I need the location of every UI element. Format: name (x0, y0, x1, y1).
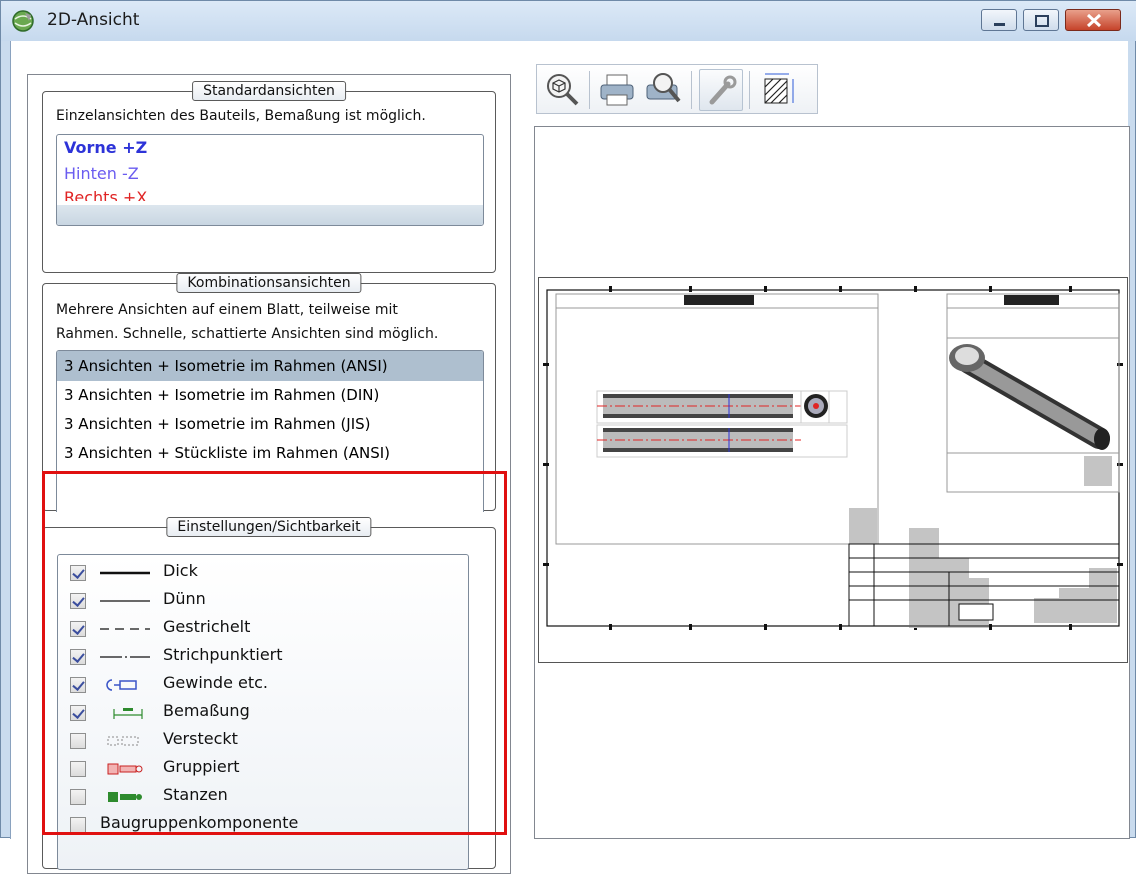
settings-group: Einstellungen/Sichtbarkeit Dick Dünn Ges… (42, 517, 496, 870)
standard-views-description: Einzelansichten des Bauteils, Bemaßung i… (56, 108, 426, 124)
setting-grouped[interactable]: Gruppiert (58, 755, 468, 783)
grouped-icon (107, 763, 143, 775)
setting-dashed[interactable]: Gestrichelt (58, 615, 468, 643)
setting-hidden[interactable]: Versteckt (58, 727, 468, 755)
wrench-icon (709, 75, 737, 105)
app-globe-icon (12, 10, 34, 32)
setting-label: Strichpunktiert (163, 645, 283, 664)
setting-label: Dick (163, 561, 198, 580)
hidden-icon (107, 736, 139, 746)
toolbar-separator (691, 71, 692, 109)
thin-checkbox[interactable] (70, 593, 86, 609)
standard-views-legend: Standardansichten (192, 81, 346, 101)
zoom-view-button[interactable] (541, 69, 585, 111)
punch-icon (108, 792, 142, 802)
list-item[interactable]: Rechts +X (57, 187, 483, 201)
toolbar-separator (589, 71, 590, 109)
thread-checkbox[interactable] (70, 677, 86, 693)
drawing-sheet (538, 277, 1128, 663)
setting-thread[interactable]: Gewinde etc. (58, 671, 468, 699)
standard-views-group: Standardansichten Einzelansichten des Ba… (42, 81, 496, 273)
dimension-checkbox[interactable] (70, 705, 86, 721)
list-item[interactable]: Hinten -Z (57, 161, 483, 187)
combination-views-description-line1: Mehrere Ansichten auf einem Blatt, teilw… (56, 302, 398, 318)
setting-label: Dünn (163, 589, 206, 608)
window-title: 2D-Ansicht (47, 10, 140, 30)
close-icon (1086, 13, 1102, 28)
hidden-checkbox[interactable] (70, 733, 86, 749)
thin-line-icon (100, 600, 150, 602)
drawing-preview[interactable] (534, 126, 1130, 839)
combination-views-group: Kombinationsansichten Mehrere Ansichten … (42, 273, 496, 512)
print-button[interactable] (595, 69, 639, 111)
title-bar: 2D-Ansicht (1, 1, 1136, 41)
drawing-sheet-graphic (543, 286, 1123, 630)
list-item[interactable]: 3 Ansichten + Stückliste im Rahmen (ANSI… (57, 439, 483, 468)
minimize-button[interactable] (981, 9, 1017, 31)
setting-assembly-component[interactable]: Baugruppenkomponente (58, 811, 468, 839)
maximize-button[interactable] (1023, 9, 1059, 31)
list-item[interactable]: 3 Ansichten + Isometrie im Rahmen (JIS) (57, 410, 483, 439)
settings-legend: Einstellungen/Sichtbarkeit (166, 517, 372, 537)
list-scroll-footer (57, 205, 483, 225)
setting-thick[interactable]: Dick (58, 559, 468, 587)
setting-label: Gewinde etc. (163, 673, 268, 692)
section-dimension-button[interactable] (757, 69, 801, 111)
dash-dot-line-icon (100, 656, 150, 658)
print-icon (600, 74, 634, 106)
dash-dot-checkbox[interactable] (70, 649, 86, 665)
punch-checkbox[interactable] (70, 789, 86, 805)
thread-icon (106, 679, 137, 691)
setting-label: Bemaßung (163, 701, 250, 720)
list-item[interactable]: 3 Ansichten + Isometrie im Rahmen (ANSI) (57, 351, 483, 381)
list-item[interactable]: Vorne +Z (57, 135, 483, 161)
client-area: Standardansichten Einzelansichten des Ba… (10, 41, 1130, 874)
preview-toolbar (536, 64, 818, 114)
dashed-line-icon (100, 628, 150, 630)
minimize-icon (994, 23, 1005, 26)
setting-punch[interactable]: Stanzen (58, 783, 468, 811)
zoom-view-icon (547, 74, 579, 106)
settings-wrench-button[interactable] (699, 69, 743, 111)
settings-list: Dick Dünn Gestrichelt Strichpunktiert Ge… (57, 554, 469, 870)
setting-dash-dot[interactable]: Strichpunktiert (58, 643, 468, 671)
print-preview-icon (646, 73, 681, 103)
combination-views-list[interactable]: 3 Ansichten + Isometrie im Rahmen (ANSI)… (56, 350, 484, 512)
setting-thin[interactable]: Dünn (58, 587, 468, 615)
thick-line-icon (100, 571, 150, 575)
grouped-checkbox[interactable] (70, 761, 86, 777)
left-panel: Standardansichten Einzelansichten des Ba… (27, 74, 511, 874)
standard-views-list[interactable]: Vorne +Z Hinten -Z Rechts +X (56, 134, 484, 226)
dimension-icon (113, 708, 143, 719)
assembly-component-checkbox[interactable] (70, 817, 86, 833)
close-button[interactable] (1065, 9, 1121, 31)
setting-label: Gestrichelt (163, 617, 251, 636)
setting-label: Versteckt (163, 729, 238, 748)
toolbar-separator (749, 71, 750, 109)
setting-label: Baugruppenkomponente (100, 813, 299, 832)
section-dimension-icon (764, 73, 794, 104)
maximize-icon (1035, 15, 1049, 27)
dashed-checkbox[interactable] (70, 621, 86, 637)
combination-views-description-line2: Rahmen. Schnelle, schattierte Ansichten … (56, 326, 439, 342)
setting-dimension[interactable]: Bemaßung (58, 699, 468, 727)
list-item[interactable]: 3 Ansichten + Isometrie im Rahmen (DIN) (57, 381, 483, 410)
print-preview-button[interactable] (641, 69, 685, 111)
window-2d-ansicht: 2D-Ansicht Standardansichten Einzelansic… (0, 0, 1136, 874)
setting-label: Gruppiert (163, 757, 240, 776)
combination-views-legend: Kombinationsansichten (176, 273, 362, 293)
setting-label: Stanzen (163, 785, 228, 804)
thick-checkbox[interactable] (70, 565, 86, 581)
